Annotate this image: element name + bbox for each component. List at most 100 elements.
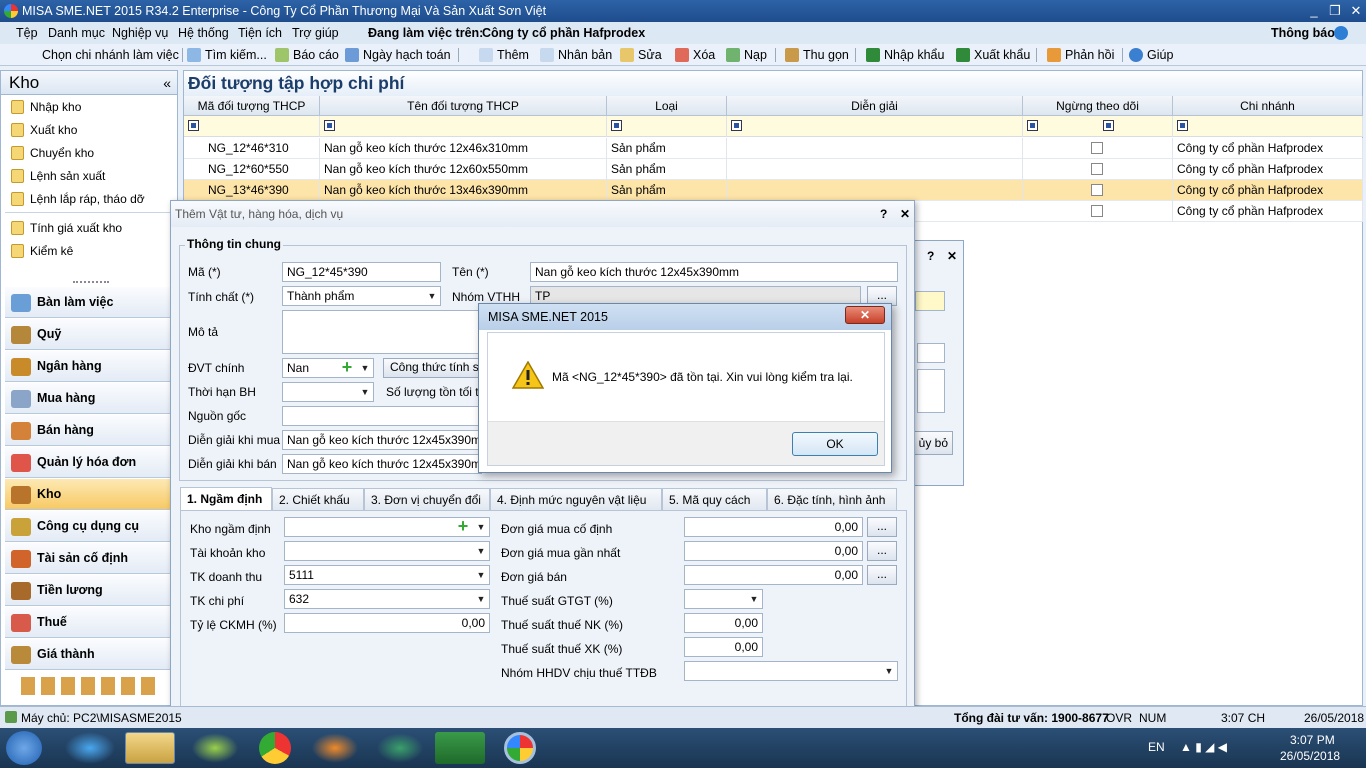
excel-icon[interactable] — [435, 732, 485, 764]
tray-icons[interactable]: ▲ ▮ ◢ ◀ — [1180, 740, 1227, 754]
table-row[interactable]: NG_12*60*550 Nan gỗ keo kích thước 12x60… — [184, 159, 1363, 180]
inactive-checkbox[interactable] — [1091, 163, 1103, 175]
sidebar-item-transfer[interactable]: Chuyển kho — [11, 143, 94, 163]
sidebar-item-stocktake[interactable]: Kiểm kê — [11, 241, 73, 261]
expense-account-select[interactable]: 632 ▼ — [284, 589, 490, 609]
inactive-checkbox[interactable] — [1091, 184, 1103, 196]
code-input[interactable]: NG_12*45*390 — [282, 262, 441, 282]
module-fixed-assets[interactable]: Tài sản cố định — [5, 543, 170, 574]
module-tax[interactable]: Thuế — [5, 607, 170, 638]
sidebar-item-assembly[interactable]: Lệnh lắp ráp, tháo dỡ — [11, 189, 145, 209]
close-button[interactable]: ✕ — [947, 249, 957, 263]
sell-price-input[interactable]: 0,00 — [684, 565, 863, 585]
splitter-handle[interactable] — [73, 281, 109, 284]
help-button[interactable]: ? — [880, 207, 887, 221]
export-tax-input[interactable]: 0,00 — [684, 637, 763, 657]
module-tools[interactable]: Công cụ dụng cụ — [5, 511, 170, 542]
select-branch-button[interactable]: Chọn chi nhánh làm việc — [24, 44, 179, 66]
sidebar-item-issue[interactable]: Xuất kho — [11, 120, 77, 140]
ok-button[interactable]: OK — [792, 432, 878, 456]
unit-formula-button[interactable]: Công thức tính số — [383, 358, 483, 378]
start-button[interactable] — [6, 731, 42, 765]
column-header-type[interactable]: Loại — [607, 96, 727, 116]
last-price-input[interactable]: 0,00 — [684, 541, 863, 561]
module-desktop[interactable]: Bàn làm việc — [5, 287, 170, 318]
menu-catalog[interactable]: Danh mục — [48, 22, 105, 44]
help-icon[interactable] — [1334, 26, 1348, 40]
filter-name[interactable] — [320, 116, 607, 137]
revenue-account-select[interactable]: 5111 ▼ — [284, 565, 490, 585]
cancel-button[interactable]: ủy bỏ — [909, 431, 953, 455]
clock-time[interactable]: 3:07 PM — [1290, 733, 1335, 747]
tab-material-norm[interactable]: 4. Định mức nguyên vật liệu — [490, 488, 662, 510]
search-button[interactable]: Tìm kiếm... — [187, 44, 267, 66]
default-warehouse-select[interactable]: + ▼ — [284, 517, 490, 537]
discount-rate-input[interactable]: 0,00 — [284, 613, 490, 633]
warehouse-account-select[interactable]: ▼ — [284, 541, 490, 561]
help-button[interactable]: ? — [927, 249, 934, 263]
clock-date[interactable]: 26/05/2018 — [1280, 749, 1340, 763]
module-cash[interactable]: Quỹ — [5, 319, 170, 350]
sidebar-item-receipt[interactable]: Nhập kho — [11, 97, 81, 117]
menu-file[interactable]: Tệp — [16, 22, 38, 44]
add-dropdown[interactable] — [915, 291, 945, 311]
misa-taskbar-icon[interactable] — [504, 732, 536, 764]
sidebar-item-production-order[interactable]: Lệnh sản xuất — [11, 166, 105, 186]
import-tax-input[interactable]: 0,00 — [684, 613, 763, 633]
unit-select[interactable]: Nan + ▼ — [282, 358, 374, 378]
tab-spec-code[interactable]: 5. Mã quy cách — [662, 488, 767, 510]
feedback-button[interactable]: Phản hồi — [1047, 44, 1114, 66]
column-header-name[interactable]: Tên đối tượng THCP — [320, 96, 607, 116]
module-purchase[interactable]: Mua hàng — [5, 383, 170, 414]
column-header-inactive[interactable]: Ngừng theo dõi — [1023, 96, 1173, 116]
module-shortcut-icons[interactable] — [21, 677, 161, 695]
file-explorer-icon[interactable] — [125, 732, 175, 764]
last-price-browse-button[interactable]: ... — [867, 541, 897, 561]
sidebar-item-costing[interactable]: Tính giá xuất kho — [11, 218, 122, 238]
reload-button[interactable]: Nạp — [726, 44, 767, 66]
menu-system[interactable]: Hệ thống — [178, 22, 229, 44]
tab-attributes[interactable]: 6. Đặc tính, hình ảnh — [767, 488, 897, 510]
collapse-button[interactable]: Thu gọn — [785, 44, 849, 66]
import-button[interactable]: Nhập khẩu — [866, 44, 944, 66]
column-header-branch[interactable]: Chi nhánh — [1173, 96, 1363, 116]
filter-code[interactable] — [184, 116, 320, 137]
collapse-sidebar-button[interactable]: « — [163, 71, 171, 95]
help-button[interactable]: Giúp — [1129, 44, 1173, 66]
inactive-checkbox[interactable] — [1091, 142, 1103, 154]
tab-unit-conversion[interactable]: 3. Đơn vị chuyển đổi — [364, 488, 490, 510]
menu-help[interactable]: Trợ giúp — [292, 22, 339, 44]
menu-operations[interactable]: Nghiệp vụ — [112, 22, 168, 44]
column-header-description[interactable]: Diễn giải — [727, 96, 1023, 116]
warranty-select[interactable]: ▼ — [282, 382, 374, 402]
inactive-checkbox[interactable] — [1091, 205, 1103, 217]
media-player-icon[interactable] — [310, 732, 360, 764]
module-costing[interactable]: Giá thành — [5, 639, 170, 670]
origin-input[interactable] — [282, 406, 482, 426]
field[interactable] — [917, 343, 945, 363]
internet-explorer-icon[interactable] — [65, 732, 115, 764]
menu-utilities[interactable]: Tiện ích — [238, 22, 282, 44]
app-icon[interactable] — [190, 732, 240, 764]
language-indicator[interactable]: EN — [1148, 740, 1165, 754]
export-button[interactable]: Xuất khẩu — [956, 44, 1030, 66]
posting-date-button[interactable]: Ngày hạch toán — [345, 44, 451, 66]
fixed-price-browse-button[interactable]: ... — [867, 517, 897, 537]
delete-button[interactable]: Xóa — [675, 44, 715, 66]
filter-inactive[interactable] — [1023, 116, 1173, 137]
module-payroll[interactable]: Tiền lương — [5, 575, 170, 606]
module-sales[interactable]: Bán hàng — [5, 415, 170, 446]
chrome-icon[interactable] — [259, 732, 291, 764]
module-bank[interactable]: Ngân hàng — [5, 351, 170, 382]
message-close-button[interactable]: ✕ — [845, 306, 885, 324]
tab-discount[interactable]: 2. Chiết khấu — [272, 488, 364, 510]
filter-description[interactable] — [727, 116, 1023, 137]
purchase-description-input[interactable]: Nan gỗ keo kích thước 12x45x390mm — [282, 430, 482, 450]
field[interactable] — [917, 369, 945, 413]
sell-price-browse-button[interactable]: ... — [867, 565, 897, 585]
special-tax-group-select[interactable]: ▼ — [684, 661, 898, 681]
name-input[interactable]: Nan gỗ keo kích thước 12x45x390mm — [530, 262, 898, 282]
filter-type[interactable] — [607, 116, 727, 137]
module-invoice[interactable]: Quản lý hóa đơn — [5, 447, 170, 478]
nature-select[interactable]: Thành phẩm ▼ — [282, 286, 441, 306]
